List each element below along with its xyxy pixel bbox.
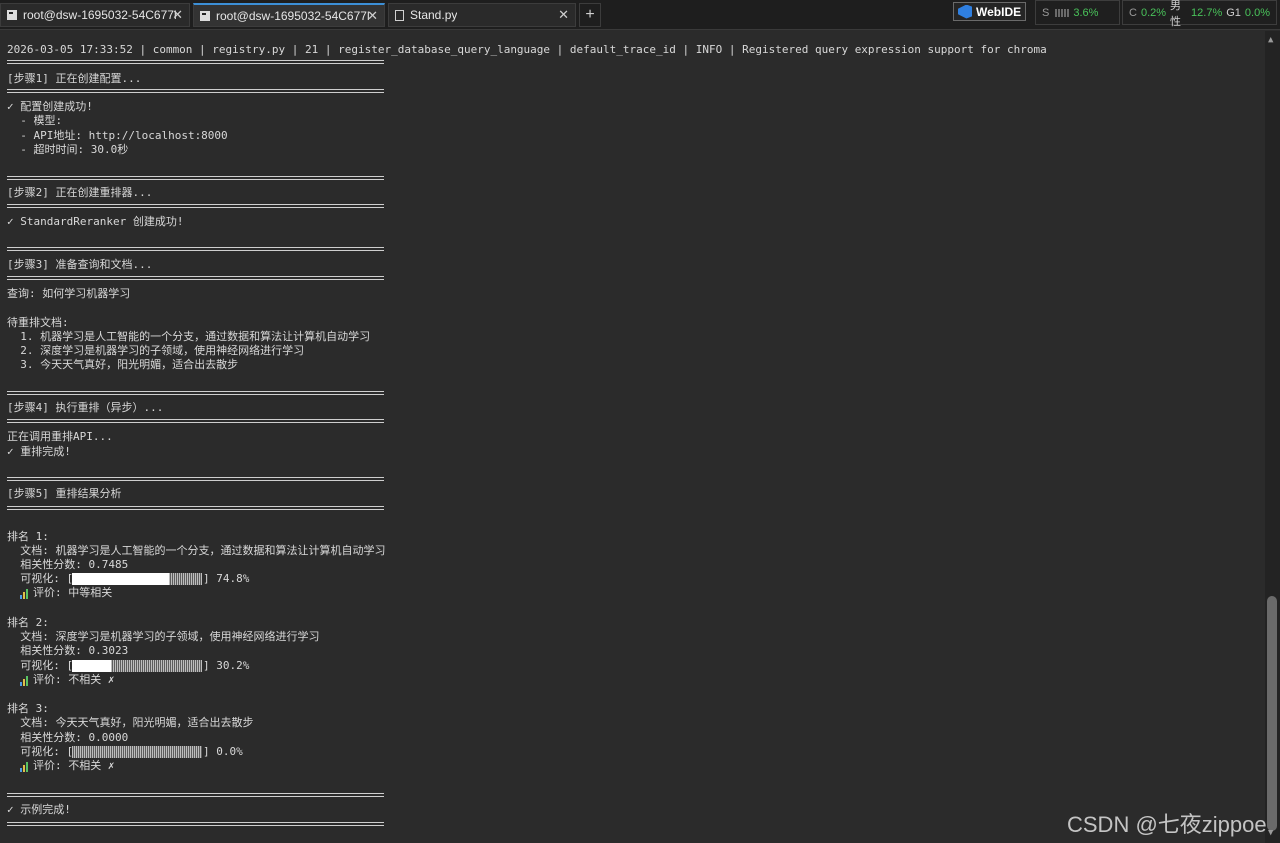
s-label: S xyxy=(1042,6,1050,19)
percent-value: ] 74.8% xyxy=(203,572,250,585)
log-line: 2026-03-05 17:33:52 | common | registry.… xyxy=(7,43,1047,56)
bar-chart-icon xyxy=(20,676,30,686)
s-status: S 3.6% xyxy=(1035,0,1120,25)
result-rank: 排名 3: xyxy=(7,702,49,715)
timeout-line: - 超时时间: 30.0秒 xyxy=(7,143,129,156)
step5-heading: [步骤5] 重排结果分析 xyxy=(7,487,122,500)
webide-label: WebIDE xyxy=(976,4,1022,19)
csdn-watermark: CSDN @七夜zippoe xyxy=(1067,812,1267,837)
evaluation: 评价: 中等相关 xyxy=(33,586,113,599)
terminal-icon xyxy=(200,10,210,21)
scroll-up-icon[interactable]: ▲ xyxy=(1268,35,1273,45)
tab-stand-py[interactable]: Stand.py ✕ xyxy=(388,3,576,27)
result-document: 文档: 深度学习是机器学习的子领域，使用神经网络进行学习 xyxy=(7,630,320,643)
percent-value: ] 0.0% xyxy=(203,745,243,758)
config-success: ✓ 配置创建成功! xyxy=(7,100,93,113)
bar-chart-icon xyxy=(20,762,30,772)
close-icon[interactable]: ✕ xyxy=(367,8,378,24)
visualization-label: 可视化: [ xyxy=(7,659,74,672)
tab-title: Stand.py xyxy=(410,8,458,22)
close-icon[interactable]: ✕ xyxy=(558,7,569,23)
separator xyxy=(7,204,384,208)
relevance-progress-bar xyxy=(72,660,202,672)
separator xyxy=(7,793,384,797)
terminal-scrollbar[interactable]: ▲ ▼ xyxy=(1265,31,1280,843)
doc-line-3: 3. 今天天气真好，阳光明媚，适合出去散步 xyxy=(7,358,239,371)
evaluation: 评价: 不相关 ✗ xyxy=(33,759,115,772)
docs-title: 待重排文档: xyxy=(7,316,69,329)
result-rank: 排名 1: xyxy=(7,530,49,543)
step4-heading: [步骤4] 执行重排（异步）... xyxy=(7,401,164,414)
progress-fill xyxy=(72,660,112,672)
scrollbar-thumb[interactable] xyxy=(1267,596,1277,831)
visualization-label: 可视化: [ xyxy=(7,572,74,585)
relevance-score: 相关性分数: 0.7485 xyxy=(7,558,129,571)
percent-value: ] 30.2% xyxy=(203,659,250,672)
s-value: 3.6% xyxy=(1073,6,1099,19)
step3-heading: [步骤3] 准备查询和文档... xyxy=(7,258,153,271)
progress-empty xyxy=(72,746,202,758)
file-icon xyxy=(395,9,404,21)
visualization-label: 可视化: [ xyxy=(7,745,74,758)
doc-line-2: 2. 深度学习是机器学习的子领域，使用神经网络进行学习 xyxy=(7,344,305,357)
doc-line-1: 1. 机器学习是人工智能的一个分支，通过数据和算法让计算机自动学习 xyxy=(7,330,371,343)
resource-status: C 0.2% 男性 12.7% G1 0.0% xyxy=(1122,0,1277,28)
separator xyxy=(7,247,384,251)
relevance-progress-bar xyxy=(72,746,202,758)
bar-chart-icon xyxy=(20,589,30,599)
g-value: 0.0% xyxy=(1244,6,1270,19)
webide-button[interactable]: WebIDE xyxy=(953,2,1026,21)
vscode-icon xyxy=(958,4,972,19)
calling-line: 正在调用重排API... xyxy=(7,430,113,443)
add-tab-button[interactable]: + xyxy=(579,3,601,27)
m-label: 男性 xyxy=(1170,0,1182,28)
reranker-success: ✓ StandardReranker 创建成功! xyxy=(7,215,184,228)
progress-empty xyxy=(111,660,202,672)
terminal-tab-bar: root@dsw-1695032-54C677l ✕ root@dsw-1695… xyxy=(0,0,1280,30)
result-document: 文档: 今天天气真好，阳光明媚，适合出去散步 xyxy=(7,716,254,729)
close-icon[interactable]: ✕ xyxy=(172,7,183,23)
tab-terminal-1[interactable]: root@dsw-1695032-54C677l ✕ xyxy=(0,3,190,27)
tab-title: root@dsw-1695032-54C677l xyxy=(23,8,177,22)
separator xyxy=(7,276,384,280)
separator xyxy=(7,506,384,510)
m-value: 12.7% xyxy=(1191,6,1223,19)
tab-title: root@dsw-1695032-54C677l xyxy=(216,8,370,23)
separator xyxy=(7,89,384,93)
evaluation: 评价: 不相关 ✗ xyxy=(33,673,115,686)
separator xyxy=(7,477,384,481)
query-line: 查询: 如何学习机器学习 xyxy=(7,287,131,300)
separator xyxy=(7,176,384,180)
progress-empty xyxy=(169,573,202,585)
c-label: C xyxy=(1129,6,1137,19)
tab-terminal-2[interactable]: root@dsw-1695032-54C677l ✕ xyxy=(193,3,385,27)
rerank-done: ✓ 重排完成! xyxy=(7,445,71,458)
terminal-output[interactable]: 2026-03-05 17:33:52 | common | registry.… xyxy=(0,31,1265,843)
example-done: ✓ 示例完成! xyxy=(7,803,71,816)
relevance-score: 相关性分数: 0.0000 xyxy=(7,731,129,744)
api-line: - API地址: http://localhost:8000 xyxy=(7,129,228,142)
usage-meter-icon xyxy=(1055,8,1070,17)
separator xyxy=(7,391,384,395)
progress-fill xyxy=(72,573,170,585)
relevance-score: 相关性分数: 0.3023 xyxy=(7,644,129,657)
terminal-icon xyxy=(7,10,17,20)
result-document: 文档: 机器学习是人工智能的一个分支，通过数据和算法让计算机自动学习 xyxy=(7,544,386,557)
step1-heading: [步骤1] 正在创建配置... xyxy=(7,72,142,85)
c-value: 0.2% xyxy=(1140,6,1167,19)
separator xyxy=(7,419,384,423)
separator xyxy=(7,60,384,64)
g-label: G1 xyxy=(1226,6,1241,19)
step2-heading: [步骤2] 正在创建重排器... xyxy=(7,186,153,199)
scroll-down-icon[interactable]: ▼ xyxy=(1268,828,1273,838)
model-line: - 模型: xyxy=(7,114,63,127)
result-rank: 排名 2: xyxy=(7,616,49,629)
relevance-progress-bar xyxy=(72,573,202,585)
separator xyxy=(7,822,384,826)
